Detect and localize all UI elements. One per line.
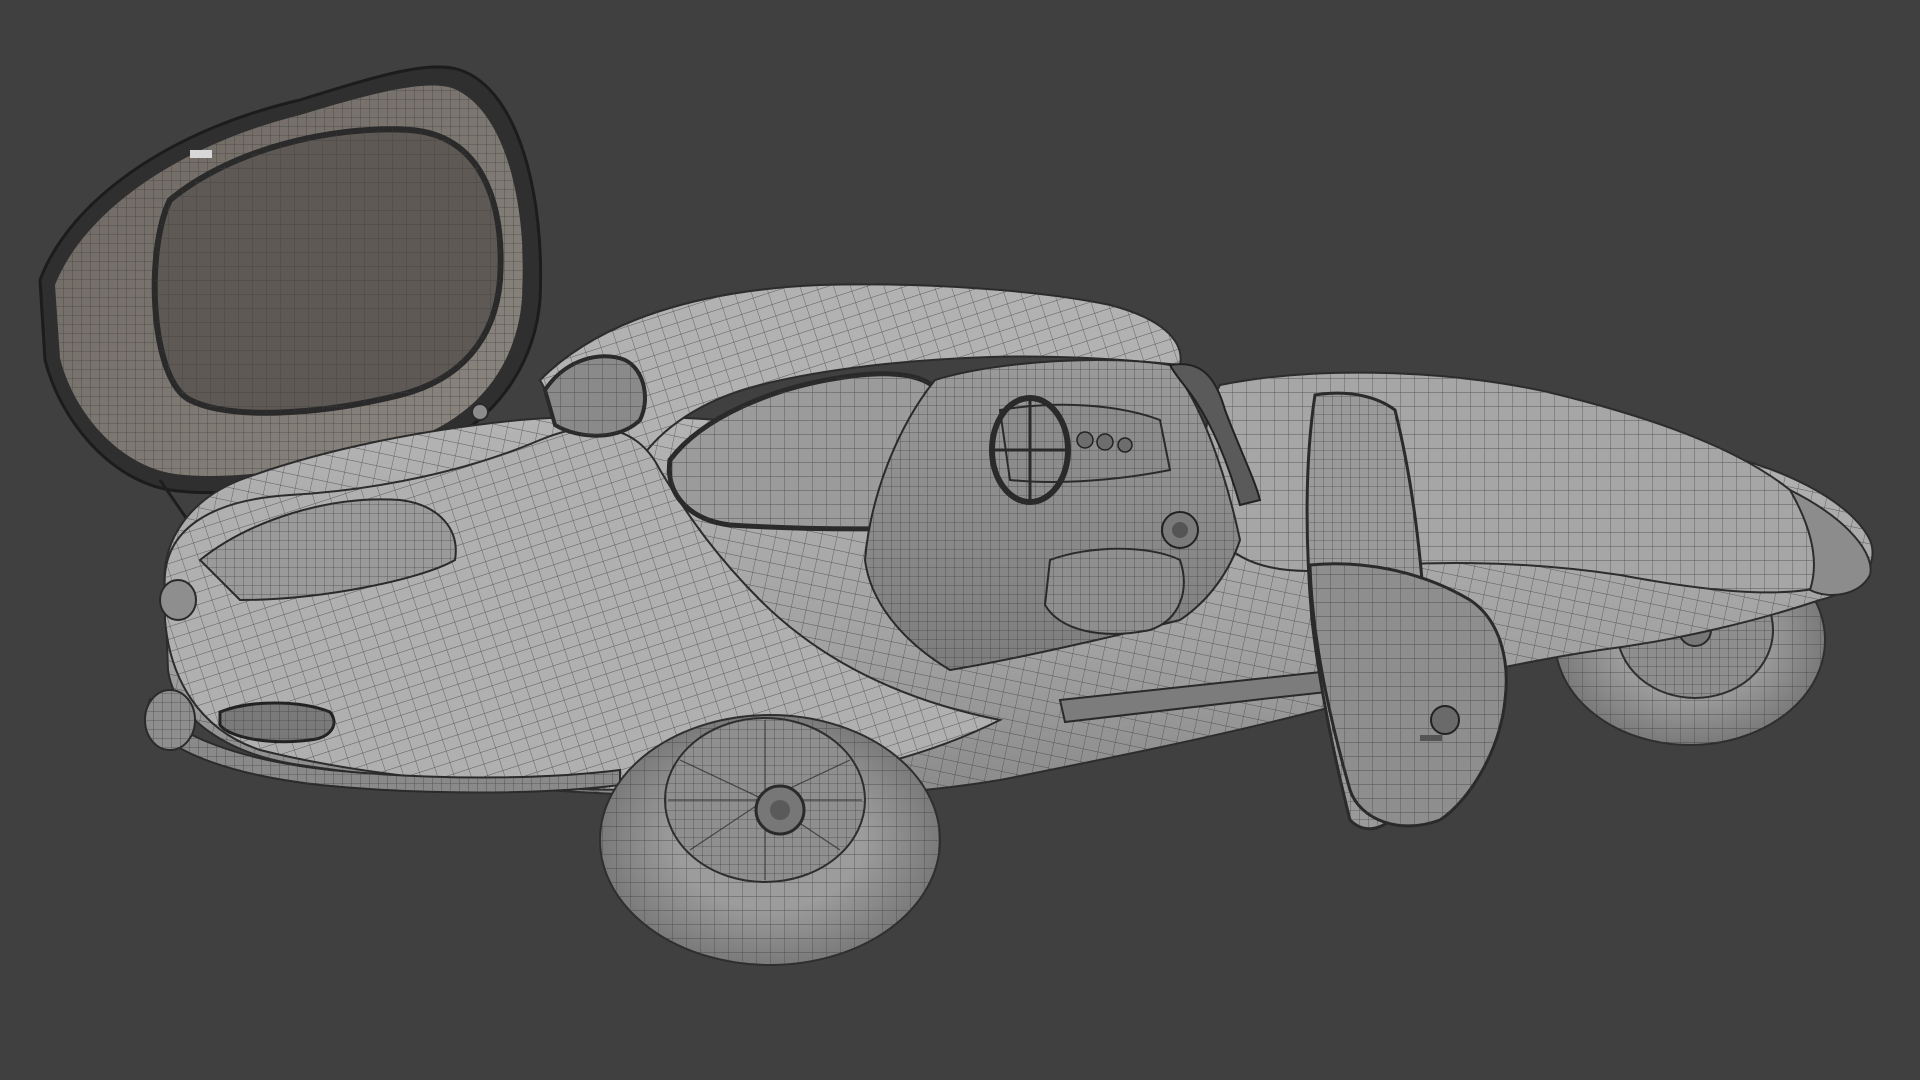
hinge-icon	[471, 403, 489, 421]
door-speaker-icon	[1430, 705, 1460, 735]
tail-light	[218, 701, 336, 744]
rear-left-wheel[interactable]	[599, 714, 941, 966]
gauge-icon	[1096, 433, 1114, 451]
3d-viewport[interactable]	[0, 0, 1920, 1080]
door-handle-icon[interactable]	[1420, 735, 1442, 741]
hatch-badge-icon	[190, 150, 212, 158]
viewport-canvas[interactable]	[0, 0, 1920, 1080]
gauge-icon	[1117, 437, 1133, 453]
gauge-icon	[1076, 431, 1094, 449]
